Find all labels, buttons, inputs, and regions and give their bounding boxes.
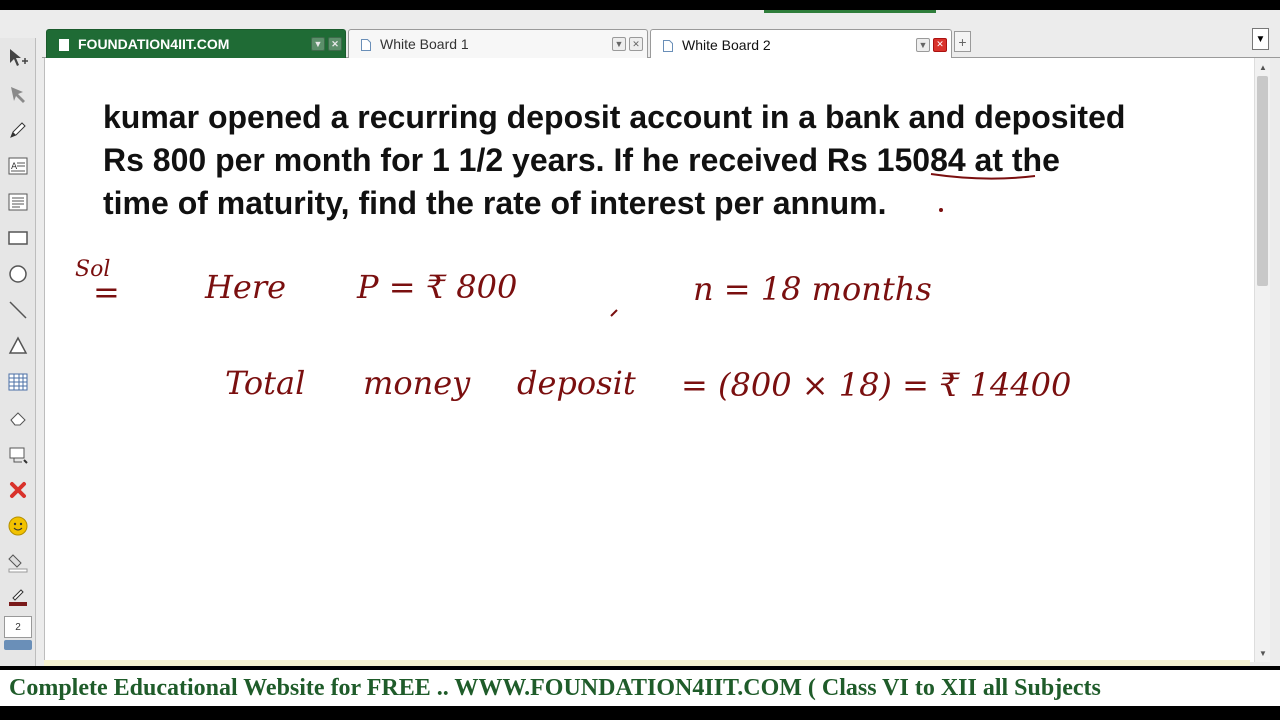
scroll-down-icon[interactable]: ▼ — [1256, 646, 1270, 660]
select-arrow-icon[interactable] — [4, 44, 32, 72]
hw-calculation: = (800 × 18) = ₹ 14400 — [681, 366, 1071, 404]
triangle-icon[interactable] — [4, 332, 32, 360]
tab-label: White Board 1 — [380, 36, 469, 52]
drawing-toolbar: A 2 — [0, 38, 36, 666]
hw-money: money — [363, 364, 471, 402]
tab-close-icon[interactable]: ✕ — [933, 37, 947, 52]
tab-close-icon[interactable]: ✕ — [328, 37, 342, 51]
text-box-icon[interactable] — [4, 188, 32, 216]
ink-dot — [939, 208, 943, 212]
circle-icon[interactable] — [4, 260, 32, 288]
pen-color-icon[interactable] — [4, 582, 32, 610]
tab-bar: FOUNDATION4IIT.COM ▼ ✕ White Board 1 ▼ ✕… — [42, 28, 1280, 59]
underline-mark — [930, 173, 1036, 180]
footer-text: Complete Educational Website for FREE ..… — [9, 674, 1101, 701]
fill-icon[interactable] — [4, 548, 32, 576]
table-icon[interactable] — [4, 368, 32, 396]
tab-foundation4iit[interactable]: FOUNDATION4IIT.COM ▼ ✕ — [46, 29, 346, 58]
footer-banner: Complete Educational Website for FREE ..… — [0, 670, 1280, 706]
board-bottom-strip — [44, 660, 1250, 666]
pen-icon[interactable] — [4, 116, 32, 144]
app-window: FOUNDATION4IIT.COM ▼ ✕ White Board 1 ▼ ✕… — [0, 10, 1280, 666]
screenshot-icon[interactable] — [4, 440, 32, 468]
delete-icon[interactable] — [4, 476, 32, 504]
page-number: 2 — [4, 616, 32, 638]
page-nav-control[interactable] — [4, 640, 32, 650]
tab-dropdown-icon[interactable]: ▼ — [916, 37, 930, 52]
line-icon[interactable] — [4, 296, 32, 324]
scroll-thumb[interactable] — [1257, 76, 1268, 286]
eraser-icon[interactable] — [4, 404, 32, 432]
document-icon — [59, 38, 69, 51]
hw-principal: P = ₹ 800 — [356, 268, 517, 306]
hw-deposit: deposit — [517, 364, 636, 402]
tab-dropdown-icon[interactable]: ▼ — [311, 37, 325, 51]
tab-close-icon[interactable]: ✕ — [629, 37, 643, 51]
top-accent-strip — [764, 10, 936, 13]
pointer-icon[interactable] — [4, 80, 32, 108]
text-icon[interactable]: A — [4, 152, 32, 180]
rectangle-icon[interactable] — [4, 224, 32, 252]
hw-months: n = 18 months — [693, 270, 932, 308]
whiteboard-canvas[interactable]: kumar opened a recurring deposit account… — [44, 58, 1254, 662]
document-icon — [663, 39, 673, 52]
tab-label: FOUNDATION4IIT.COM — [78, 36, 230, 52]
tab-white-board-2[interactable]: White Board 2 ▼ ✕ — [650, 29, 952, 59]
scroll-up-icon[interactable]: ▲ — [1256, 60, 1270, 74]
tab-list-menu-button[interactable]: ▼ — [1252, 28, 1269, 50]
add-tab-button[interactable]: + — [954, 31, 971, 52]
document-icon — [361, 38, 371, 51]
hw-here: Here — [204, 268, 286, 306]
ink-comma — [610, 309, 618, 317]
vertical-scrollbar[interactable]: ▲ ▼ — [1254, 58, 1270, 662]
equals-sign: = — [93, 273, 120, 311]
tab-white-board-1[interactable]: White Board 1 ▼ ✕ — [348, 29, 648, 58]
handwriting-layer: Sol = Here P = ₹ 800 n = 18 months Total… — [75, 173, 1071, 404]
tab-label: White Board 2 — [682, 36, 771, 53]
smiley-icon[interactable] — [4, 512, 32, 540]
hw-total: Total — [225, 364, 305, 402]
tab-dropdown-icon[interactable]: ▼ — [612, 37, 626, 51]
